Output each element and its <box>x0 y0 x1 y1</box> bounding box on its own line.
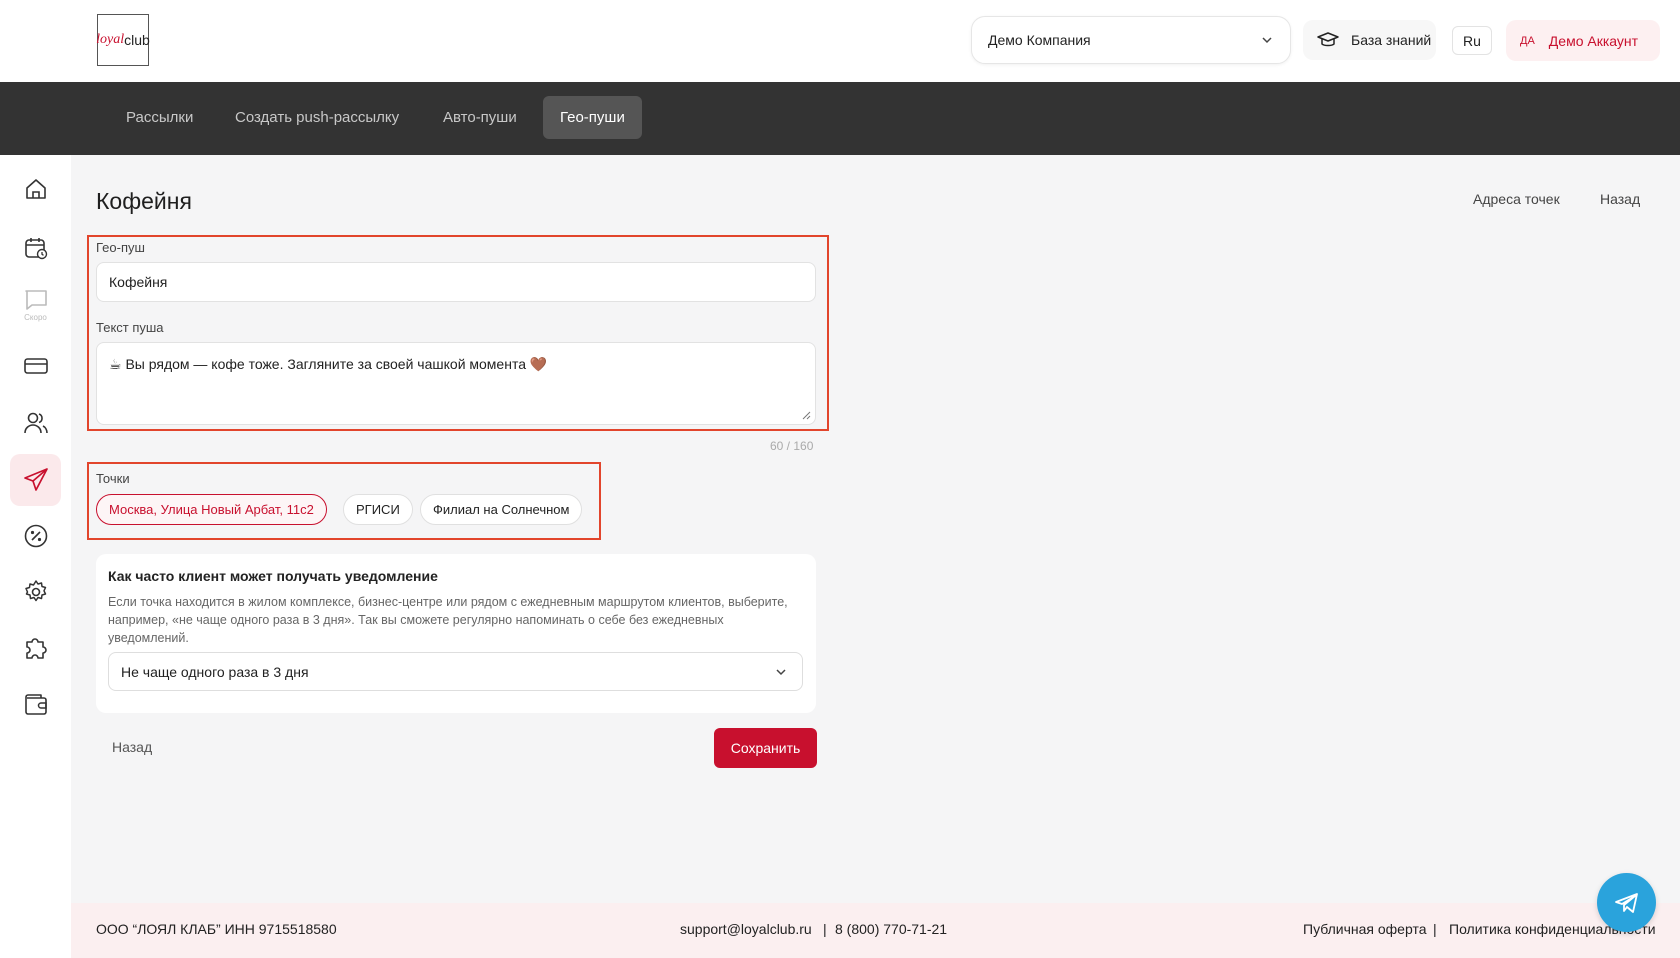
frequency-description: Если точка находится в жилом комплексе, … <box>108 595 788 645</box>
discount-icon <box>24 524 47 548</box>
calendar-icon <box>24 238 47 260</box>
header: loyal club Демо Компания База знаний Ru Д… <box>0 0 1680 82</box>
send-icon <box>23 468 48 491</box>
sidebar-item-settings[interactable] <box>10 566 61 618</box>
sidebar-item-wallet[interactable] <box>10 678 61 730</box>
logo-club: club <box>124 32 150 48</box>
back-button[interactable]: Назад <box>112 739 152 755</box>
chat-icon <box>24 290 47 310</box>
footer-separator: | <box>1433 921 1437 937</box>
resize-handle-icon[interactable] <box>801 410 811 420</box>
back-link[interactable]: Назад <box>1600 191 1640 207</box>
footer-company: ООО “ЛОЯЛ КЛАБ” ИНН 9715518580 <box>96 921 337 937</box>
telegram-button[interactable] <box>1597 873 1656 932</box>
footer-email[interactable]: support@loyalclub.ru <box>680 921 812 937</box>
graduation-cap-icon <box>1317 32 1339 47</box>
footer-phone[interactable]: 8 (800) 770-71-21 <box>835 921 947 937</box>
tab-auto-push[interactable]: Авто-пуши <box>426 96 534 139</box>
point-chip[interactable]: РГИСИ <box>343 494 413 525</box>
sidebar-item-home[interactable] <box>10 163 61 215</box>
push-text-textarea[interactable]: ☕ Вы рядом — кофе тоже. Загляните за сво… <box>96 342 816 425</box>
telegram-icon <box>1614 892 1638 913</box>
sidebar-item-discounts[interactable] <box>10 510 61 562</box>
wallet-icon <box>24 694 47 715</box>
chevron-down-icon <box>1262 37 1272 44</box>
avatar: ДА <box>1520 34 1535 47</box>
company-select[interactable]: Демо Компания <box>971 16 1291 64</box>
top-nav: Рассылки Создать push-рассылку Авто-пуши… <box>0 82 1680 155</box>
sidebar-item-calendar[interactable] <box>10 222 61 274</box>
tab-geo-push[interactable]: Гео-пуши <box>543 96 642 139</box>
logo-loyal: loyal <box>96 32 125 47</box>
sidebar-item-clients[interactable] <box>10 397 61 449</box>
sidebar-item-integrations[interactable] <box>10 622 61 674</box>
footer-separator: | <box>823 921 827 937</box>
chat-soon-label: Скоро <box>24 313 47 322</box>
card-icon <box>23 358 48 374</box>
footer: ООО “ЛОЯЛ КЛАБ” ИНН 9715518580 support@l… <box>71 903 1680 958</box>
company-select-value: Демо Компания <box>988 32 1091 48</box>
knowledge-base-button[interactable]: База знаний <box>1303 20 1436 60</box>
tab-mailings[interactable]: Рассылки <box>109 96 210 139</box>
frequency-title: Как часто клиент может получать уведомле… <box>108 568 438 584</box>
chevron-down-icon <box>776 669 786 676</box>
account-name: Демо Аккаунт <box>1548 32 1639 49</box>
geo-push-label: Гео-пуш <box>96 240 145 255</box>
point-chip[interactable]: Филиал на Солнечном <box>420 494 583 525</box>
sidebar-item-cards[interactable] <box>10 340 61 392</box>
main-content: Кофейня Адреса точек Назад Гео-пуш Кофей… <box>71 155 1680 903</box>
points-label: Точки <box>96 471 130 486</box>
users-icon <box>23 412 48 434</box>
sidebar: Скоро <box>0 155 71 958</box>
tab-create-push[interactable]: Создать push-рассылку <box>218 96 416 139</box>
point-chip[interactable]: Москва, Улица Новый Арбат, 11с2 <box>96 494 327 525</box>
sidebar-item-chat: Скоро <box>10 279 61 331</box>
knowledge-base-label: База знаний <box>1351 32 1432 48</box>
push-text-value: ☕ Вы рядом — кофе тоже. Загляните за сво… <box>109 356 548 372</box>
language-switch[interactable]: Ru <box>1452 26 1492 55</box>
logo[interactable]: loyal club <box>96 14 150 66</box>
sidebar-item-mailings[interactable] <box>10 454 61 506</box>
frequency-card: Как часто клиент может получать уведомле… <box>96 554 816 713</box>
frequency-select[interactable]: Не чаще одного раза в 3 дня <box>108 652 803 691</box>
page-title: Кофейня <box>96 188 192 214</box>
puzzle-icon <box>25 638 47 659</box>
geo-push-input[interactable]: Кофейня <box>96 262 816 302</box>
push-text-label: Текст пуша <box>96 320 164 335</box>
gear-icon <box>24 580 46 602</box>
footer-offer-link[interactable]: Публичная оферта <box>1303 921 1427 937</box>
home-icon <box>25 179 46 199</box>
addresses-link[interactable]: Адреса точек <box>1473 191 1560 207</box>
geo-push-value: Кофейня <box>109 274 168 290</box>
frequency-select-value: Не чаще одного раза в 3 дня <box>121 663 309 680</box>
save-button[interactable]: Сохранить <box>714 728 817 768</box>
char-counter: 60 / 160 <box>770 439 814 453</box>
account-button[interactable]: ДА Демо Аккаунт <box>1506 20 1660 61</box>
